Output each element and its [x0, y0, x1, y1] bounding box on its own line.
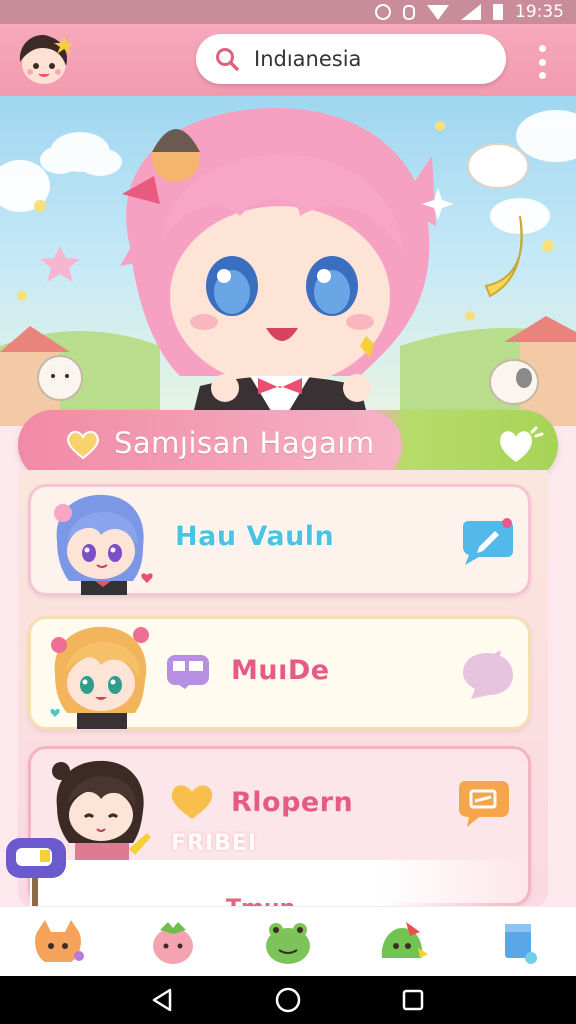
back-icon[interactable] [148, 985, 178, 1015]
hero-illustration [0, 96, 576, 426]
sticker-label-icon [167, 655, 209, 689]
tab-cup[interactable] [488, 914, 548, 970]
list-item[interactable]: Tmun [30, 860, 530, 908]
tab-strawberry[interactable] [143, 914, 203, 970]
sync-icon [403, 4, 415, 20]
tab-frog[interactable] [258, 914, 318, 970]
tab-cat[interactable] [28, 914, 88, 970]
list-item-title: Rlopern [231, 787, 354, 818]
status-bar: 19:35 [0, 0, 576, 24]
list-item-title: MuıDe [231, 655, 330, 686]
search-icon[interactable] [214, 46, 240, 72]
status-time: 19:35 [515, 2, 564, 22]
recents-icon[interactable] [398, 985, 428, 1015]
cup-tab-icon [505, 923, 538, 964]
blonde-chibi [50, 626, 149, 729]
wifi-icon [427, 4, 449, 20]
alarm-icon [375, 4, 391, 20]
chibi-avatar-icon [19, 35, 74, 84]
home-icon[interactable] [273, 985, 303, 1015]
bottom-tab-bar [0, 906, 576, 976]
message-icon[interactable] [455, 777, 511, 827]
pink-haired-chibi-illustration [0, 107, 576, 426]
frog-tab-icon [265, 922, 310, 964]
search-input[interactable] [254, 47, 484, 71]
search-bar[interactable] [196, 34, 506, 84]
strawberry-tab-icon [152, 921, 193, 964]
signal-icon [461, 4, 481, 20]
banner-title: Samȷisan Hagaım [114, 426, 375, 460]
blue-haired-chibi [54, 494, 153, 595]
tab-slime[interactable] [373, 914, 433, 970]
slime-tab-icon [381, 921, 429, 958]
list-item[interactable]: MuıDe [28, 616, 531, 730]
app-bar [0, 24, 576, 96]
list-item[interactable]: Hau Vauln [28, 484, 531, 596]
heart-icon [67, 431, 99, 460]
list-item-title: Hau Vauln [175, 521, 335, 552]
kebab-menu-icon[interactable] [530, 42, 554, 82]
sign-sticker-icon [6, 838, 66, 908]
avatar[interactable] [14, 30, 74, 86]
heart-favorite-icon[interactable] [496, 426, 544, 466]
list-item-sublabel: FRIBEI [171, 831, 258, 856]
system-nav-bar [0, 976, 576, 1024]
chat-edit-icon[interactable] [459, 515, 515, 565]
chat-bubble-icon[interactable] [459, 649, 515, 699]
heart-icon [171, 785, 213, 819]
cat-tab-icon [34, 919, 84, 962]
battery-icon [493, 4, 503, 20]
